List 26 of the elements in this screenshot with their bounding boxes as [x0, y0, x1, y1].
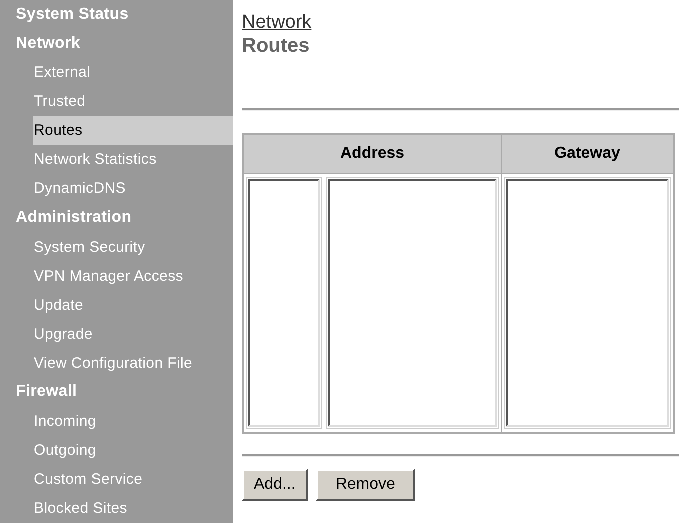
list-box[interactable] — [506, 179, 669, 427]
sidebar-item[interactable]: DynamicDNS — [33, 174, 233, 204]
sidebar-item[interactable]: System Security — [33, 232, 233, 262]
sidebar-section[interactable]: System Status — [0, 0, 233, 30]
sidebar-item[interactable]: Incoming — [33, 406, 233, 436]
sidebar-item[interactable]: Network Statistics — [33, 145, 233, 174]
sidebar-section[interactable]: Network — [0, 29, 233, 58]
sidebar-item[interactable]: Blocked Sites — [33, 494, 233, 523]
breadcrumb-link[interactable]: Network — [242, 12, 312, 34]
page-title: Routes — [242, 34, 310, 58]
column-header: Gateway — [502, 135, 673, 173]
sidebar-item[interactable]: External — [33, 58, 233, 88]
remove-button[interactable]: Remove — [316, 469, 416, 501]
sidebar-item[interactable]: Upgrade — [33, 320, 233, 349]
sidebar-item[interactable]: Routes — [33, 116, 233, 146]
sidebar-item[interactable]: Update — [33, 290, 233, 320]
sidebar-item[interactable]: Trusted — [33, 87, 233, 116]
list-box[interactable] — [248, 179, 320, 427]
sidebar-section[interactable]: Firewall — [0, 378, 233, 407]
column-header: Address — [244, 135, 501, 173]
sidebar-section[interactable]: Administration — [0, 203, 233, 232]
sidebar-item[interactable]: VPN Manager Access — [33, 262, 233, 291]
add-button[interactable]: Add... — [242, 469, 308, 501]
sidebar-item[interactable]: Custom Service — [33, 465, 233, 494]
sidebar-item[interactable]: Outgoing — [33, 436, 233, 465]
sidebar-item[interactable]: View Configuration File — [33, 348, 233, 378]
